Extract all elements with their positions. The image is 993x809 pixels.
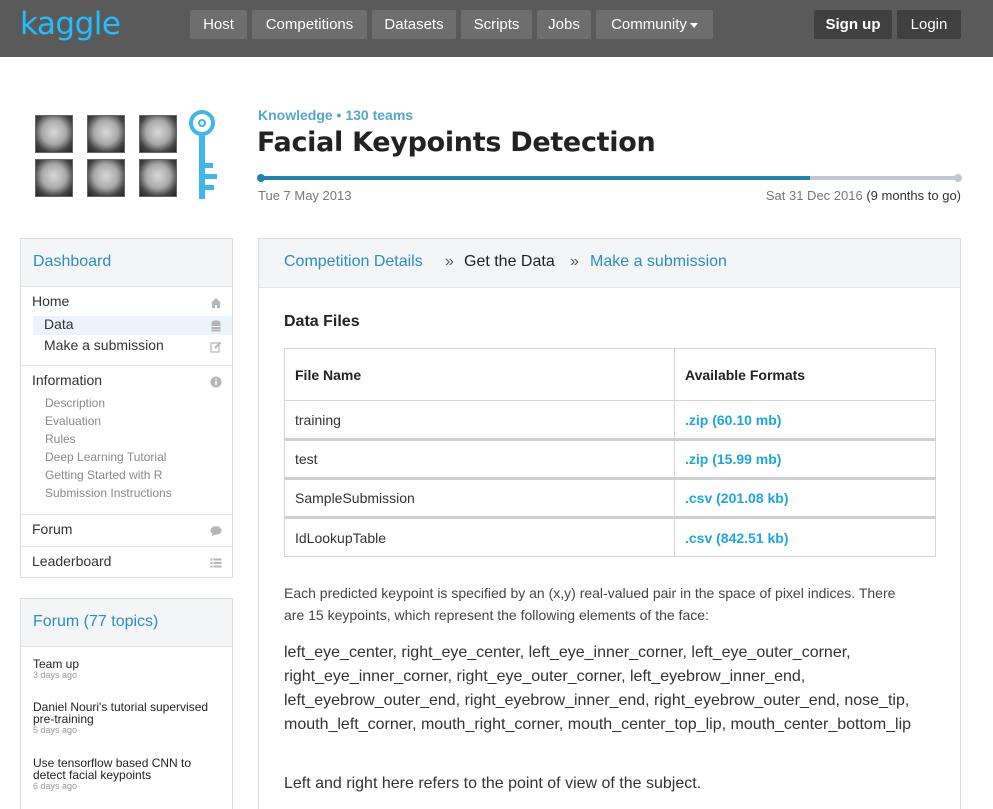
sidebar-item-label: Information [32, 372, 103, 388]
information-links: Description Evaluation Rules Deep Learni… [45, 396, 232, 504]
dashboard-title[interactable]: Dashboard [21, 239, 232, 287]
column-header-file-name: File Name [284, 348, 675, 401]
table-row: test .zip (15.99 mb) [284, 438, 936, 479]
timeline-end-dot [954, 174, 962, 182]
competition-thumbnail [35, 115, 180, 200]
sidebar-item-forum[interactable]: Forum [21, 521, 232, 541]
start-date: Tue 7 May 2013 [258, 188, 352, 203]
info-icon [210, 376, 222, 388]
forum-topic-title: Team up [33, 657, 80, 671]
file-name-cell: test [284, 438, 675, 479]
nav-competitions[interactable]: Competitions [252, 10, 367, 39]
description-paragraph-line: Each predicted keypoint is specified by … [284, 585, 896, 601]
orientation-note: Left and right here refers to the point … [284, 775, 702, 792]
sidebar-item-home[interactable]: Home [21, 292, 232, 314]
breadcrumb-get-the-data: Get the Data [464, 253, 555, 270]
table-row: IdLookupTable .csv (842.51 kb) [284, 516, 936, 557]
timeline-progress [258, 176, 810, 180]
kaggle-logo[interactable]: kaggle [20, 6, 121, 42]
forum-topic-item[interactable]: Daniel Nouri's tutorial supervised pre-t… [33, 701, 228, 735]
info-link-description[interactable]: Description [45, 396, 232, 414]
file-name-cell: IdLookupTable [284, 516, 675, 557]
sidebar-item-label: Data [44, 316, 74, 332]
description-paragraph-line: are 15 keypoints, which represent the fo… [284, 607, 709, 623]
nav-community-label: Community [611, 16, 687, 33]
breadcrumb-separator: » [445, 253, 454, 270]
chevron-down-icon [689, 22, 698, 28]
nav-host[interactable]: Host [190, 10, 247, 39]
top-navbar: kaggle Host Competitions Datasets Script… [0, 0, 993, 57]
file-name-cell: training [284, 400, 675, 440]
forum-topics-panel: Forum (77 topics) Team up 3 days ago Dan… [20, 598, 233, 809]
nav-community[interactable]: Community [596, 10, 713, 39]
nav-datasets[interactable]: Datasets [372, 10, 456, 39]
forum-topic-age: 3 days ago [33, 670, 78, 680]
sidebar-item-data[interactable]: Data [33, 316, 232, 335]
file-download-link[interactable]: .zip (15.99 mb) [674, 438, 936, 479]
timeline-start-dot [257, 174, 265, 182]
competition-timeline [257, 174, 962, 182]
info-link-submission-instructions[interactable]: Submission Instructions [45, 486, 232, 504]
breadcrumb: Competition Details » Get the Data » Mak… [259, 239, 960, 288]
sidebar-item-information[interactable]: Information [21, 372, 232, 392]
face-image [139, 115, 177, 153]
face-image [87, 115, 125, 153]
edit-icon [210, 341, 222, 353]
login-button[interactable]: Login [897, 10, 961, 39]
face-image [87, 159, 125, 197]
breadcrumb-competition-details[interactable]: Competition Details [284, 253, 423, 271]
database-icon [210, 320, 222, 332]
face-image [139, 159, 177, 197]
divider [21, 514, 232, 515]
info-link-evaluation[interactable]: Evaluation [45, 414, 232, 432]
chat-bubble-icon [210, 525, 222, 537]
info-link-rules[interactable]: Rules [45, 432, 232, 450]
file-download-link[interactable]: .csv (201.08 kb) [674, 477, 936, 518]
sidebar-item-leaderboard[interactable]: Leaderboard [21, 553, 232, 573]
home-icon [210, 297, 222, 309]
nav-scripts[interactable]: Scripts [461, 10, 532, 39]
breadcrumb-make-submission[interactable]: Make a submission [590, 253, 727, 271]
forum-topic-title: Use tensorflow based CNN to detect facia… [33, 756, 192, 782]
data-files-heading: Data Files [284, 313, 360, 330]
table-header-row: File Name Available Formats [284, 348, 936, 401]
knowledge-key-icon [186, 108, 222, 203]
sidebar-item-make-submission[interactable]: Make a submission [33, 337, 232, 357]
keypoint-list: left_eye_center, right_eye_center, left_… [284, 644, 912, 733]
face-image [35, 115, 73, 153]
file-download-link[interactable]: .zip (60.10 mb) [674, 400, 936, 440]
sidebar-item-label: Make a submission [44, 337, 164, 353]
sidebar-item-label: Home [32, 293, 70, 309]
info-link-getting-started-r[interactable]: Getting Started with R [45, 468, 232, 486]
data-files-table: File Name Available Formats training .zi… [284, 348, 936, 557]
forum-topic-age: 5 days ago [33, 725, 78, 735]
forum-topic-title: Daniel Nouri's tutorial supervised pre-t… [33, 700, 209, 726]
table-row: training .zip (60.10 mb) [284, 400, 936, 440]
column-header-formats: Available Formats [674, 348, 936, 401]
file-name-cell: SampleSubmission [284, 477, 675, 518]
divider [21, 365, 232, 366]
competition-meta[interactable]: Knowledge • 130 teams [258, 107, 413, 123]
forum-topic-item[interactable]: Use tensorflow based CNN to detect facia… [33, 757, 213, 791]
signup-button[interactable]: Sign up [814, 10, 892, 39]
nav-jobs[interactable]: Jobs [537, 10, 591, 39]
end-date-value: Sat 31 Dec 2016 [765, 188, 863, 203]
table-row: SampleSubmission .csv (201.08 kb) [284, 477, 936, 518]
divider [21, 546, 232, 547]
list-icon [210, 557, 222, 569]
end-date: Sat 31 Dec 2016 (9 months to go) [766, 188, 961, 203]
sidebar-item-label: Forum [32, 521, 73, 537]
sidebar-item-label: Leaderboard [32, 553, 112, 569]
face-image [35, 159, 73, 197]
time-remaining: (9 months to go) [866, 188, 961, 203]
forum-topic-age: 6 days ago [33, 781, 78, 791]
page-title: Facial Keypoints Detection [257, 127, 656, 158]
file-download-link[interactable]: .csv (842.51 kb) [674, 516, 936, 557]
dashboard-panel: Dashboard Home Data Make a submission In… [20, 238, 233, 578]
forum-topics-title[interactable]: Forum (77 topics) [21, 599, 232, 647]
forum-topic-item[interactable]: Team up 3 days ago [33, 658, 228, 680]
info-link-deep-learning-tutorial[interactable]: Deep Learning Tutorial [45, 450, 232, 468]
breadcrumb-separator: » [570, 253, 579, 270]
